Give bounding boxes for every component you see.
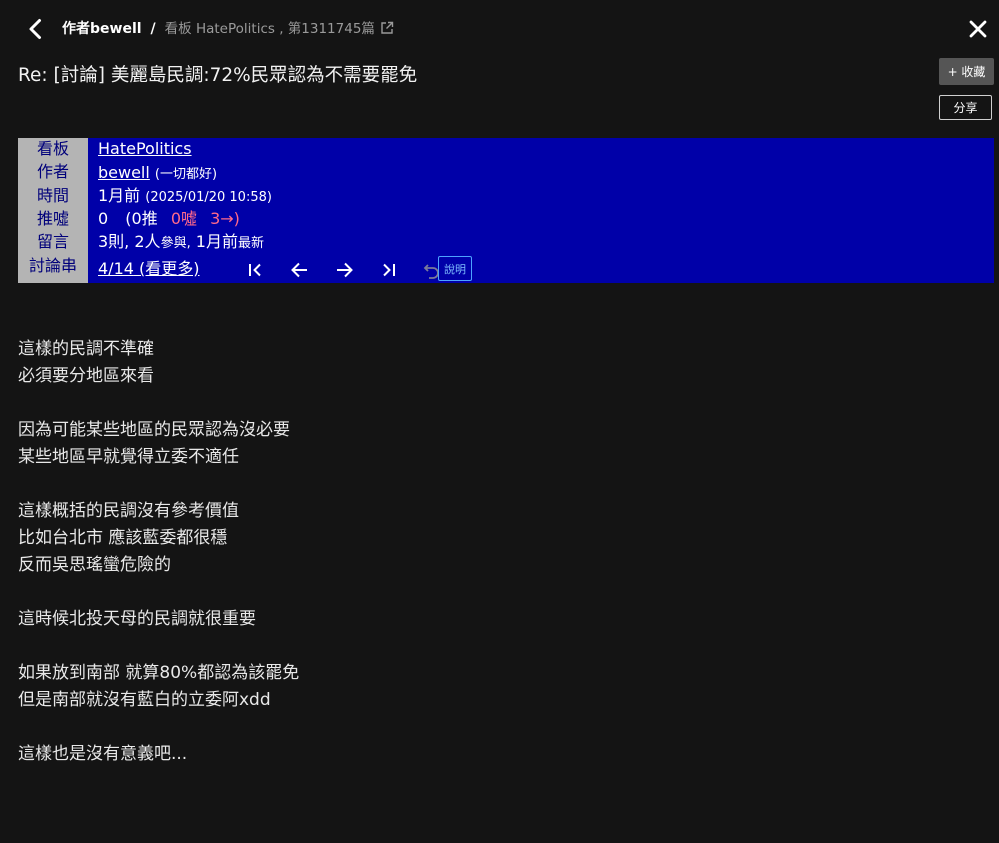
next-post-button[interactable] bbox=[322, 257, 366, 283]
content-blank-line bbox=[18, 471, 299, 498]
meta-score-row: 0 (0推 0噓 3→) bbox=[98, 207, 240, 230]
content-blank-line bbox=[18, 390, 299, 417]
share-button[interactable]: 分享 bbox=[939, 95, 992, 120]
back-arrow-icon bbox=[29, 19, 41, 39]
meta-author-row: bewell (一切都好) bbox=[98, 161, 217, 186]
breadcrumb-separator: / bbox=[150, 21, 156, 37]
content-line: 比如台北市 應該藍委都很穩 bbox=[18, 528, 228, 548]
thread-position: 4/14 bbox=[98, 259, 134, 278]
meta-label-board: 看板 bbox=[36, 139, 69, 158]
arrow-count: 3→) bbox=[210, 209, 240, 228]
last-page-icon bbox=[383, 263, 395, 277]
meta-thread-row: 4/14 (看更多) bbox=[98, 257, 200, 280]
page-title: Re: [討論] 美麗島民調:72%民眾認為不需要罷免 bbox=[18, 65, 418, 86]
content-blank-line bbox=[18, 633, 299, 660]
participants-suffix: 參與, bbox=[160, 236, 191, 251]
comments-count: 3則, bbox=[98, 232, 130, 251]
author-link[interactable]: bewell bbox=[98, 163, 150, 182]
favorite-button[interactable]: + 收藏 bbox=[939, 58, 994, 85]
content-line: 因為可能某些地區的民眾認為沒必要 bbox=[18, 420, 290, 440]
content-line: 如果放到南部 就算80%都認為該罷免 bbox=[18, 663, 300, 683]
breadcrumb-author[interactable]: 作者bewell bbox=[62, 21, 142, 37]
push-count: (0推 bbox=[125, 209, 158, 228]
latest-suffix: 最新 bbox=[237, 236, 264, 251]
external-link-icon[interactable] bbox=[380, 21, 394, 35]
meta-label-time: 時間 bbox=[36, 186, 69, 205]
content-blank-line bbox=[18, 579, 299, 606]
thread-see-more: (看更多) bbox=[139, 259, 200, 278]
time-relative: 1月前 bbox=[98, 186, 141, 205]
meta-label-comments: 留言 bbox=[36, 232, 69, 251]
content-line: 必須要分地區來看 bbox=[18, 366, 154, 386]
meta-label-author: 作者 bbox=[36, 162, 69, 181]
breadcrumb: 作者bewell / 看板 HatePolitics , 第1311745篇 bbox=[62, 19, 394, 39]
next-icon bbox=[337, 262, 353, 278]
latest-time: 1月前 bbox=[195, 232, 238, 251]
meta-board-row: HatePolitics bbox=[98, 137, 192, 160]
close-icon bbox=[969, 20, 987, 38]
content-blank-line bbox=[18, 714, 299, 741]
content-line: 但是南部就沒有藍白的立委阿xdd bbox=[18, 690, 271, 710]
last-post-button[interactable] bbox=[366, 257, 410, 283]
meta-time-row: 1月前 (2025/01/20 10:58) bbox=[98, 184, 272, 209]
content-line: 這樣概括的民調沒有參考價值 bbox=[18, 501, 239, 521]
content-line: 反而吳思瑤蠻危險的 bbox=[18, 555, 171, 575]
first-page-icon bbox=[249, 263, 261, 277]
back-button[interactable] bbox=[24, 17, 48, 41]
previous-post-button[interactable] bbox=[278, 257, 322, 283]
close-button[interactable] bbox=[966, 17, 990, 41]
content-line: 這時候北投天母的民調就很重要 bbox=[18, 609, 256, 629]
help-button[interactable]: 說明 bbox=[438, 256, 472, 281]
thread-navigation bbox=[234, 257, 454, 283]
participants-count: 2人 bbox=[134, 232, 161, 251]
meta-label-score: 推噓 bbox=[36, 209, 69, 228]
score-value: 0 bbox=[98, 209, 109, 228]
content-line: 某些地區早就覺得立委不適任 bbox=[18, 447, 239, 467]
meta-comments-row: 3則, 2人參與, 1月前最新 bbox=[98, 230, 264, 255]
time-absolute: (2025/01/20 10:58) bbox=[145, 190, 272, 205]
top-bar: 作者bewell / 看板 HatePolitics , 第1311745篇 bbox=[0, 0, 999, 58]
previous-icon bbox=[291, 262, 307, 278]
author-nickname: (一切都好) bbox=[154, 167, 218, 182]
board-link[interactable]: HatePolitics bbox=[98, 139, 192, 158]
first-post-button[interactable] bbox=[234, 257, 278, 283]
content-line: 這樣的民調不準確 bbox=[18, 339, 154, 359]
thread-position-link[interactable]: 4/14 (看更多) bbox=[98, 259, 200, 278]
breadcrumb-board[interactable]: 看板 HatePolitics , 第1311745篇 bbox=[165, 21, 375, 37]
content-line: 這樣也是沒有意義吧... bbox=[18, 744, 188, 764]
article-meta-panel: 看板 作者 時間 推噓 留言 討論串 HatePolitics bewell (… bbox=[18, 138, 994, 283]
meta-labels: 看板 作者 時間 推噓 留言 討論串 bbox=[18, 138, 88, 283]
boo-count: 0噓 bbox=[170, 209, 197, 228]
article-content: 這樣的民調不準確 必須要分地區來看因為可能某些地區的民眾認為沒必要 某些地區早就覺得… bbox=[18, 336, 299, 768]
meta-label-thread: 討論串 bbox=[28, 256, 77, 275]
